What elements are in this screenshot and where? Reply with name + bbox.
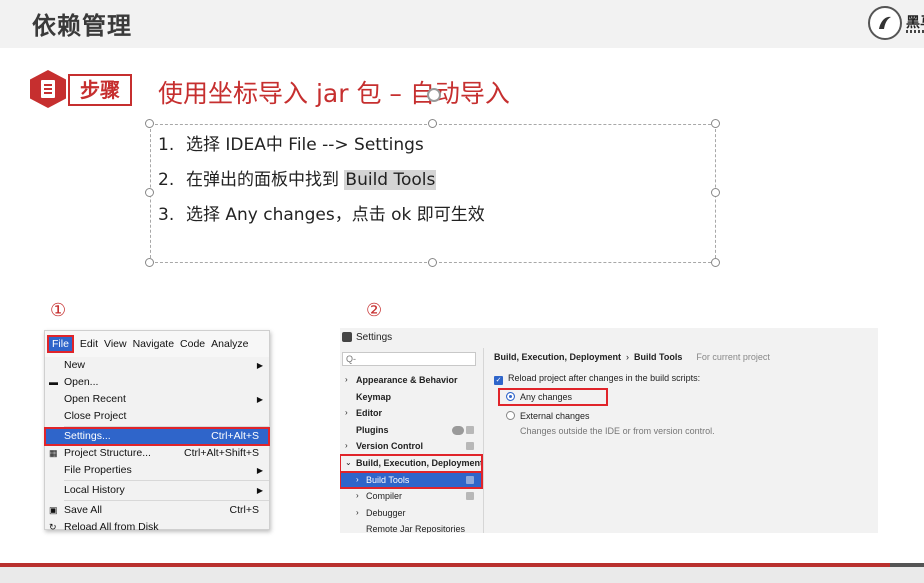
menu-separator [64, 426, 269, 427]
header-bar [0, 0, 924, 48]
step-heading: 使用坐标导入 jar 包 – 自动导入 [158, 79, 510, 108]
menu-item-open[interactable]: ▬ Open... [45, 374, 269, 391]
submenu-arrow-icon: ▶ [256, 361, 263, 370]
project-structure-icon: ▦ [49, 448, 58, 458]
menu-analyze[interactable]: Analyze [211, 338, 248, 350]
settings-tree: › Appearance & Behavior Keymap › Editor Pl… [340, 372, 483, 533]
tree-item-plugins[interactable]: Plugins [340, 422, 482, 439]
menu-view[interactable]: View [104, 338, 127, 350]
menu-file[interactable]: File [47, 335, 74, 353]
reload-icon: ↻ [49, 522, 57, 532]
settings-title: Settings [356, 332, 393, 343]
figure-label-one: ① [50, 300, 67, 321]
page-title: 依赖管理 [32, 12, 132, 40]
menu-item-settings[interactable]: Settings... Ctrl+Alt+S [44, 427, 270, 446]
instruction-item: 1. 选择 IDEA中 File --> Settings [158, 135, 424, 155]
breadcrumb: Build, Execution, Deployment › Build Tools… [494, 352, 770, 362]
menu-navigate[interactable]: Navigate [133, 338, 174, 350]
resize-handle[interactable] [711, 258, 720, 267]
external-changes-desc: Changes outside the IDE or from version … [520, 426, 715, 436]
footer-bar [0, 567, 924, 583]
radio-external-changes[interactable]: External changes [506, 411, 590, 421]
tree-item-keymap[interactable]: Keymap [340, 389, 482, 406]
settings-dialog: Settings Q- › Appearance & Behavior Keyma… [340, 328, 878, 533]
settings-search-input[interactable]: Q- [342, 352, 476, 366]
page-icon [466, 442, 474, 451]
page-icon [466, 425, 474, 434]
menu-code[interactable]: Code [180, 338, 205, 350]
submenu-arrow-icon: ▶ [256, 486, 263, 495]
tree-item-build-tools[interactable]: › Build Tools [340, 470, 483, 490]
step-badge: 步骤 [68, 74, 132, 106]
checkbox-checked-icon: ✓ [494, 376, 503, 385]
menu-item-open-recent[interactable]: Open Recent ▶ [45, 391, 269, 408]
ide-file-menu: File Edit View Navigate Code Analyze New… [44, 330, 270, 533]
panel-divider [483, 348, 484, 533]
count-badge-icon [452, 425, 464, 435]
menu-item-local-history[interactable]: Local History ▶ [45, 482, 269, 499]
page-icon [466, 475, 474, 484]
resize-handle[interactable] [428, 258, 437, 267]
highlighted-text: Build Tools [344, 170, 437, 190]
tree-item-appearance[interactable]: › Appearance & Behavior [340, 372, 482, 389]
resize-handle[interactable] [711, 119, 720, 128]
instruction-list: 1. 选择 IDEA中 File --> Settings 2. 在弹出的面板中找到… [158, 134, 485, 239]
tree-item-remote-jar[interactable]: Remote Jar Repositories [340, 521, 482, 533]
radio-empty-icon [506, 411, 515, 420]
resize-handle[interactable] [711, 188, 720, 197]
submenu-arrow-icon: ▶ [256, 466, 263, 475]
radio-any-changes[interactable]: Any changes [506, 392, 572, 402]
logo-icon [868, 6, 902, 40]
menu-item-save-all[interactable]: ▣ Save All Ctrl+S [45, 502, 269, 519]
instruction-item: 2. 在弹出的面板中找到 Build Tools [158, 170, 437, 190]
resize-handle[interactable] [145, 258, 154, 267]
resize-handle[interactable] [145, 119, 154, 128]
menu-separator [64, 500, 269, 501]
instruction-item: 3. 选择 Any changes，点击 ok 即可生效 [158, 205, 485, 225]
menu-item-project-structure[interactable]: ▦ Project Structure... Ctrl+Alt+Shift+S [45, 445, 269, 462]
menu-item-new[interactable]: New ▶ [45, 357, 269, 374]
radio-selected-icon [506, 392, 515, 401]
logo-text: 黑马 [906, 15, 924, 31]
menu-item-file-properties[interactable]: File Properties ▶ [45, 462, 269, 479]
tree-item-editor[interactable]: › Editor [340, 405, 482, 422]
figure-label-two: ② [366, 300, 383, 321]
scope-label: For current project [696, 352, 770, 362]
document-icon [30, 70, 66, 108]
intellij-icon [342, 332, 352, 342]
menubar: File Edit View Navigate Code Analyze [45, 331, 269, 357]
submenu-arrow-icon: ▶ [256, 395, 263, 404]
menu-item-reload-all[interactable]: ↻ Reload All from Disk [45, 519, 269, 536]
logo-divider [906, 30, 924, 33]
menu-separator [64, 480, 269, 481]
resize-handle[interactable] [428, 119, 437, 128]
tree-item-build-execution[interactable]: ⌄ Build, Execution, Deployment [340, 453, 483, 473]
save-icon: ▣ [49, 505, 58, 515]
reload-checkbox[interactable]: ✓ Reload project after changes in the bui… [494, 373, 700, 385]
rotate-handle-icon[interactable] [427, 88, 441, 102]
page-icon [466, 492, 474, 501]
menu-edit[interactable]: Edit [80, 338, 98, 350]
menu-item-close-project[interactable]: Close Project [45, 408, 269, 425]
tree-item-version-control[interactable]: › Version Control [340, 438, 482, 455]
folder-icon: ▬ [49, 377, 58, 387]
resize-handle[interactable] [145, 188, 154, 197]
tree-item-compiler[interactable]: › Compiler [340, 488, 482, 505]
tree-item-debugger[interactable]: › Debugger [340, 505, 482, 522]
